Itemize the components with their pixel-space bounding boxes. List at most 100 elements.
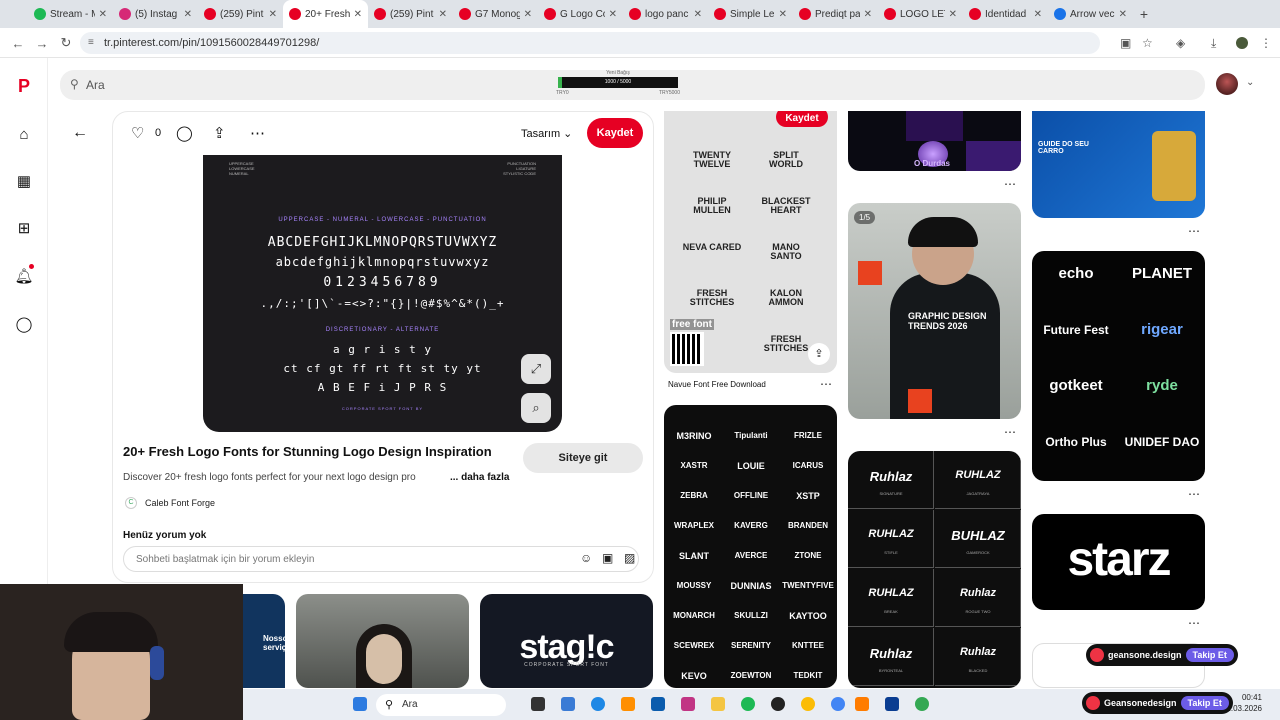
pin-image[interactable]: UPPERCASE LOWERCASE NUMERAL PUNCTUATION … (203, 155, 562, 432)
board-selector[interactable]: Tasarım ⌄ (521, 127, 572, 140)
back-arrow-icon[interactable]: ← (6, 31, 30, 55)
follow-button[interactable]: Takip Et (1185, 648, 1234, 662)
taskbar-search[interactable]: ⚲ Ara (376, 694, 506, 716)
pin-nosso-servico[interactable]: Nosso serviço (243, 594, 285, 688)
pin-stagtic[interactable]: stag!c CORPORATE SPORT FONT (480, 594, 653, 688)
start-icon[interactable] (353, 697, 367, 711)
pin-purple-butterfly[interactable]: O Durdas (848, 111, 1021, 171)
extensions-icon[interactable]: ◈ (1176, 36, 1185, 50)
more-icon[interactable]: ⋯ (1004, 177, 1017, 191)
create-icon[interactable]: ⊞ (14, 218, 34, 238)
pinterest-logo-icon[interactable]: P (14, 76, 34, 96)
home-icon[interactable]: ⌂ (14, 124, 34, 144)
pin-brand-logos[interactable]: echo PLANET Future Fest rigear gotkeet ryde Or… (1032, 251, 1205, 481)
emoji-icon[interactable]: ☺ (580, 551, 592, 565)
tab-close-icon[interactable]: ✕ (1034, 9, 1042, 20)
tab-close-icon[interactable]: ✕ (184, 9, 192, 20)
browser-tab[interactable]: Simple Le ✕ (708, 0, 793, 28)
browser-tab[interactable]: logo panc ✕ (623, 0, 708, 28)
more-icon[interactable]: ⋯ (1004, 425, 1017, 439)
pin-ruhlaz-fonts[interactable]: Ruhlaz SIGNATURE RUHLAZ JAGATRAYA RUHLAZ STIF… (848, 451, 1021, 688)
photoshop-icon[interactable] (885, 697, 899, 711)
reload-icon[interactable]: ↻ (54, 31, 78, 55)
pin-starz[interactable]: starz (1032, 514, 1205, 610)
more-icon[interactable]: ⋯ (820, 377, 833, 391)
read-more-link[interactable]: ... daha fazla (450, 472, 509, 483)
tab-close-icon[interactable]: ✕ (524, 9, 532, 20)
tab-close-icon[interactable]: ✕ (609, 9, 617, 20)
tab-close-icon[interactable]: ✕ (694, 9, 702, 20)
user-avatar[interactable] (1216, 73, 1238, 95)
browser-tab[interactable]: Prediqt pa ✕ (793, 0, 878, 28)
notifications-bell-icon[interactable]: 🔔︎ (14, 264, 34, 286)
tab-close-icon[interactable]: ✕ (99, 9, 107, 20)
task-view-icon[interactable] (531, 697, 545, 711)
browser-tab[interactable]: Arrow vec ✕ (1048, 0, 1133, 28)
chrome-profile-icon[interactable] (915, 697, 929, 711)
more-options-icon[interactable]: ⋯ (250, 124, 265, 142)
image-upload-icon[interactable]: ▨ (624, 551, 635, 565)
site-info-icon[interactable]: ≡ (88, 32, 94, 54)
folder-icon[interactable] (711, 697, 725, 711)
browser-tab[interactable]: (259) Pint ✕ (368, 0, 453, 28)
pin-photo-girl[interactable] (296, 594, 469, 688)
browser-tab[interactable]: (5) Instag ✕ (113, 0, 198, 28)
browser-tab[interactable]: (259) Pint ✕ (198, 0, 283, 28)
chrome-icon[interactable] (801, 697, 815, 711)
pin-car-guide[interactable]: GUIDE DO SEU CARRO (1032, 111, 1205, 218)
pin-caption[interactable]: Navue Font Free Download (668, 380, 766, 389)
comment-input[interactable]: Sohbeti başlatmak için bir yorum ekleyin… (123, 546, 639, 572)
explorer-folder-icon[interactable] (621, 697, 635, 711)
tab-close-icon[interactable]: ✕ (439, 9, 447, 20)
browser-tab[interactable]: Stream - M ✕ (28, 0, 113, 28)
heart-icon[interactable]: ♡ (131, 124, 144, 142)
url-field[interactable]: ≡ tr.pinterest.com/pin/10915600284497012… (80, 32, 1100, 54)
expand-icon[interactable]: ⤢ (521, 354, 551, 384)
browser-tab[interactable]: LOGO LET ✕ (878, 0, 963, 28)
bookmark-star-icon[interactable]: ☆ (1142, 36, 1153, 50)
more-icon[interactable]: ⋯ (1188, 224, 1201, 238)
explore-icon[interactable]: ▦ (14, 171, 34, 191)
browser-menu-icon[interactable]: ⋮ (1260, 36, 1272, 50)
back-arrow-icon[interactable]: ← (72, 124, 88, 142)
share-icon[interactable]: ⇪ (213, 124, 226, 142)
profile-icon[interactable] (1236, 37, 1248, 49)
instagram-icon[interactable] (681, 697, 695, 711)
pin-logo-collection[interactable]: M3RINO Tipulanti FRIZLE XASTR LOUIE ICARUS ZEB… (664, 405, 837, 688)
spotify-icon[interactable] (741, 697, 755, 711)
messages-icon[interactable]: ◯ (14, 314, 34, 334)
visual-search-icon[interactable]: ⌕ (521, 393, 551, 423)
creator-avatar[interactable]: C (125, 497, 137, 509)
illustrator-icon[interactable] (855, 697, 869, 711)
sticker-icon[interactable]: ▣ (602, 551, 613, 565)
edge-icon[interactable] (591, 697, 605, 711)
creator-name[interactable]: Caleb Font Forge (145, 498, 215, 508)
tab-close-icon[interactable]: ✕ (779, 9, 787, 20)
save-button[interactable]: Kaydet (587, 118, 643, 148)
more-icon[interactable]: ⋯ (1188, 616, 1201, 630)
tab-close-icon[interactable]: ✕ (1119, 9, 1127, 20)
browser-tab[interactable]: G Logo Co ✕ (538, 0, 623, 28)
chrome-active-icon[interactable] (831, 697, 845, 711)
tab-close-icon[interactable]: ✕ (864, 9, 872, 20)
account-chevron-icon[interactable]: ⌄ (1246, 77, 1254, 88)
install-app-icon[interactable]: ▣ (1120, 36, 1131, 50)
comment-icon[interactable]: ◯ (176, 124, 193, 142)
visit-site-button[interactable]: Siteye git (523, 443, 643, 473)
browser-tab[interactable]: Identidad ✕ (963, 0, 1048, 28)
download-icon[interactable]: ⤓ (1211, 36, 1216, 51)
outlook-icon[interactable] (651, 697, 665, 711)
pin-font-showcase[interactable]: Kaydet TWENTY TWELVE SPLIT WORLD PHILIP MU… (664, 111, 837, 373)
forward-arrow-icon[interactable]: → (30, 31, 54, 55)
pin-save-button[interactable]: Kaydet (776, 111, 828, 127)
tab-close-icon[interactable]: ✕ (949, 9, 957, 20)
more-icon[interactable]: ⋯ (1188, 487, 1201, 501)
new-tab-button[interactable]: + (1133, 6, 1155, 22)
tab-close-icon[interactable]: ✕ (354, 9, 362, 20)
tab-close-icon[interactable]: ✕ (269, 9, 277, 20)
file-explorer-icon[interactable] (561, 697, 575, 711)
follow-button[interactable]: Takip Et (1180, 696, 1229, 710)
obs-icon[interactable] (771, 697, 785, 711)
share-icon[interactable]: ⇪ (808, 343, 830, 365)
browser-tab[interactable]: 20+ Fresh ✕ (283, 0, 368, 28)
